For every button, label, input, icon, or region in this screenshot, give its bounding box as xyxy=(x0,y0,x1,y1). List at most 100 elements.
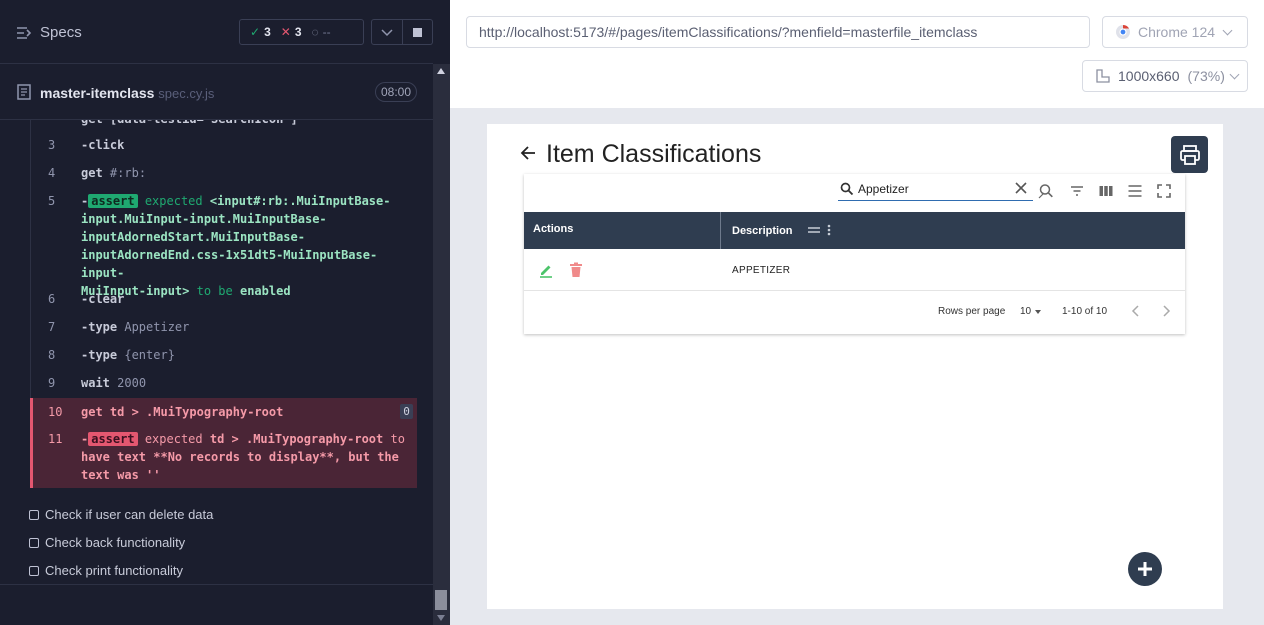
rows-per-page-select[interactable]: 10 xyxy=(1020,306,1031,317)
failure-indicator xyxy=(30,398,33,488)
chrome-icon xyxy=(1116,25,1130,39)
assert-word: to xyxy=(390,432,405,446)
assert-line: text was '' xyxy=(81,468,161,482)
close-icon[interactable] xyxy=(1015,182,1027,194)
add-button[interactable] xyxy=(1128,552,1162,586)
command-log-scrollbar[interactable] xyxy=(433,64,450,625)
spec-name-text: master-itemclass xyxy=(40,85,155,101)
column-divider[interactable] xyxy=(720,212,721,249)
column-menu-icon[interactable] xyxy=(826,224,832,236)
command-body: - assert expected td > .MuiTypography-roo… xyxy=(81,430,416,484)
url-bar[interactable]: http://localhost:5173/#/pages/itemClassi… xyxy=(466,16,1090,48)
assert-word: expected xyxy=(144,194,203,208)
command-arg: Appetizer xyxy=(124,320,190,334)
browser-selector[interactable]: Chrome 124 xyxy=(1102,16,1248,48)
test-item[interactable]: Check back functionality xyxy=(29,535,185,550)
specs-list-icon[interactable] xyxy=(16,25,32,41)
table-header: Actions Description xyxy=(524,212,1185,249)
search-off-icon[interactable] xyxy=(1038,183,1054,199)
stop-button[interactable] xyxy=(403,19,433,45)
preview-header: http://localhost:5173/#/pages/itemClassi… xyxy=(450,0,1264,108)
command-body: get [data-testid="SearchIcon"] xyxy=(81,120,416,128)
command-body: -clear xyxy=(81,292,125,306)
cell-description: APPETIZER xyxy=(732,265,791,276)
scroll-down-icon[interactable] xyxy=(437,615,445,621)
runner-topbar: Specs ✓ 3 ✕ 3 ◌ -- xyxy=(0,0,433,64)
viewport-zoom: (73%) xyxy=(1187,68,1225,84)
back-arrow-icon[interactable] xyxy=(519,144,537,162)
failed-stat: ✕ 3 xyxy=(271,25,302,39)
plus-icon xyxy=(1138,562,1152,576)
table-row[interactable]: APPETIZER xyxy=(524,249,1185,291)
scroll-thumb[interactable] xyxy=(435,590,447,610)
test-stats: ✓ 3 ✕ 3 ◌ -- xyxy=(239,19,364,45)
density-icon[interactable] xyxy=(1127,183,1143,199)
assert-selector: td > .MuiTypography-root xyxy=(209,432,384,446)
column-header-description[interactable]: Description xyxy=(732,225,793,237)
command-body: -type {enter} xyxy=(81,346,416,364)
search-input[interactable] xyxy=(858,181,1008,197)
test-status-icon xyxy=(29,537,39,548)
test-item[interactable]: Check if user can delete data xyxy=(29,507,213,522)
command-number: 10 xyxy=(48,405,63,419)
assert-line: input.MuiInput-input.MuiInputBase- xyxy=(81,212,327,226)
command-arg: #:rb: xyxy=(109,166,147,180)
column-header-actions[interactable]: Actions xyxy=(533,223,573,235)
failed-assert-row[interactable]: 11 - assert expected td > .MuiTypography-… xyxy=(31,426,417,488)
viewport-selector[interactable]: 1000x660 (73%) xyxy=(1082,60,1248,92)
specs-title[interactable]: Specs xyxy=(40,24,82,41)
filter-icon[interactable] xyxy=(1069,183,1085,199)
print-button[interactable] xyxy=(1171,136,1208,173)
passed-stat: ✓ 3 xyxy=(240,25,271,39)
scroll-up-icon[interactable] xyxy=(437,68,445,74)
app-under-test: Item Classifications Appetizer Actions D… xyxy=(487,124,1223,609)
chevron-down-icon xyxy=(381,29,393,37)
pending-count: -- xyxy=(322,25,331,39)
passed-count: 3 xyxy=(264,25,271,39)
assert-line: inputAdornedStart.MuiInputBase- xyxy=(81,230,305,244)
test-status-icon xyxy=(29,565,39,576)
test-title: Check print functionality xyxy=(45,563,184,578)
spec-name: master-itemclass spec.cy.js xyxy=(40,85,214,101)
assert-line: inputAdornedEnd.css-1x51dt5-MuiInputBase… xyxy=(81,248,378,280)
rows-per-page-label: Rows per page xyxy=(938,306,1006,317)
print-icon xyxy=(1179,144,1200,165)
edit-icon[interactable] xyxy=(538,262,554,278)
command-name: -type xyxy=(81,348,118,362)
assert-line: <input#:rb:.MuiInputBase- xyxy=(209,194,391,208)
command-body: wait 2000 xyxy=(81,374,416,392)
command-number: 11 xyxy=(48,432,63,446)
command-number: 7 xyxy=(48,320,56,334)
failed-command-row[interactable]: 10 get td > .MuiTypography-root 0 xyxy=(31,398,417,426)
options-dropdown-button[interactable] xyxy=(371,19,403,45)
test-status-icon xyxy=(29,509,39,520)
command-number: 4 xyxy=(48,166,56,180)
assert-tag: assert xyxy=(88,194,138,208)
command-number: 3 xyxy=(48,138,56,152)
search-field[interactable] xyxy=(838,179,1033,201)
command-name: -type xyxy=(81,320,118,334)
test-item[interactable]: Check print functionality xyxy=(29,563,183,578)
browser-name: Chrome 124 xyxy=(1138,24,1216,40)
spec-extension: spec.cy.js xyxy=(158,86,215,101)
command-arg: td > .MuiTypography-root xyxy=(109,405,284,419)
chevron-left-icon[interactable] xyxy=(1131,305,1141,317)
caret-down-icon[interactable] xyxy=(1035,310,1041,314)
viewport-size: 1000x660 xyxy=(1118,68,1180,84)
duration-badge: 08:00 xyxy=(375,82,417,102)
document-icon xyxy=(17,84,31,100)
divider xyxy=(0,584,433,585)
page-range: 1-10 of 10 xyxy=(1062,306,1108,317)
command-name: get xyxy=(81,166,103,180)
drag-handle-icon[interactable] xyxy=(807,225,821,235)
command-number: 9 xyxy=(48,376,56,390)
command-log: get [data-testid="SearchIcon"] 3 -click … xyxy=(30,120,417,488)
chevron-down-icon xyxy=(1222,25,1233,35)
delete-icon[interactable] xyxy=(569,262,583,278)
fullscreen-icon[interactable] xyxy=(1157,183,1171,199)
command-body: get td > .MuiTypography-root xyxy=(81,403,416,421)
columns-icon[interactable] xyxy=(1098,183,1114,199)
x-icon: ✕ xyxy=(280,25,291,39)
spinner-icon: ◌ xyxy=(311,25,319,39)
chevron-right-icon[interactable] xyxy=(1161,305,1171,317)
